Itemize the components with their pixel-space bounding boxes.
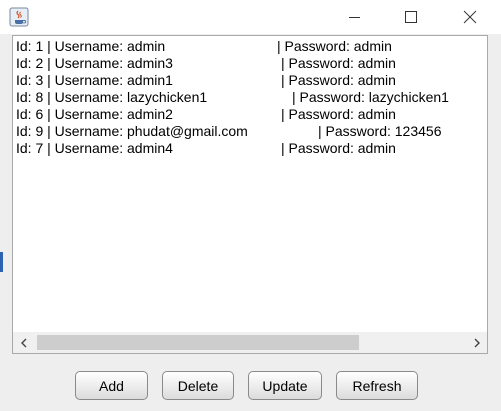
list-item-password: | Password: 123456 xyxy=(318,123,442,140)
window-edge-accent xyxy=(0,252,3,272)
list-item: Id: 2 | Username: admin3 xyxy=(16,55,173,72)
maximize-button[interactable] xyxy=(394,4,428,30)
user-list-textarea[interactable]: Id: 1 | Username: admin | Password: admi… xyxy=(13,36,487,332)
java-app-icon xyxy=(9,7,29,27)
close-button[interactable] xyxy=(453,4,487,30)
record-password-text: | Password: admin xyxy=(281,140,396,156)
scroll-right-button[interactable] xyxy=(466,332,487,353)
record-user-text: Id: 2 | Username: admin3 xyxy=(16,55,173,71)
close-icon xyxy=(463,10,477,24)
record-password-text: | Password: lazychicken1 xyxy=(292,89,449,105)
list-item-password: | Password: lazychicken1 xyxy=(292,89,449,106)
record-password-text: | Password: 123456 xyxy=(318,123,442,139)
record-user-text: Id: 7 | Username: admin4 xyxy=(16,140,173,156)
scroll-left-button[interactable] xyxy=(13,332,34,353)
minimize-button[interactable] xyxy=(338,4,372,30)
maximize-icon xyxy=(405,11,417,23)
window-titlebar xyxy=(0,0,501,34)
chevron-left-icon xyxy=(20,338,26,347)
horizontal-scrollbar[interactable] xyxy=(13,332,487,353)
list-item: Id: 9 | Username: phudat@gmail.com xyxy=(16,123,248,140)
record-password-text: | Password: admin xyxy=(281,55,396,71)
user-list-scrollpane[interactable]: Id: 1 | Username: admin | Password: admi… xyxy=(12,35,488,354)
list-item-password: | Password: admin xyxy=(281,55,396,72)
record-user-text: Id: 9 | Username: phudat@gmail.com xyxy=(16,123,248,139)
record-user-text: Id: 8 | Username: lazychicken1 xyxy=(16,89,208,105)
list-item: Id: 8 | Username: lazychicken1 xyxy=(16,89,207,106)
add-button[interactable]: Add xyxy=(75,371,148,400)
list-item-password: | Password: admin xyxy=(281,106,396,123)
update-button[interactable]: Update xyxy=(248,371,322,400)
list-item: Id: 1 | Username: admin xyxy=(16,38,165,55)
minimize-icon xyxy=(349,17,360,18)
delete-button[interactable]: Delete xyxy=(162,371,234,400)
record-password-text: | Password: admin xyxy=(281,106,396,122)
record-user-text: Id: 1 | Username: admin xyxy=(16,38,166,54)
list-item: Id: 6 | Username: admin2 xyxy=(16,106,173,123)
refresh-button[interactable]: Refresh xyxy=(336,371,418,400)
record-user-text: Id: 6 | Username: admin2 xyxy=(16,106,173,122)
list-item-password: | Password: admin xyxy=(277,38,392,55)
record-user-text: Id: 3 | Username: admin1 xyxy=(16,72,173,88)
chevron-right-icon xyxy=(474,338,480,347)
list-item-password: | Password: admin xyxy=(281,140,396,157)
list-item-password: | Password: admin xyxy=(281,72,396,89)
list-item: Id: 3 | Username: admin1 xyxy=(16,72,173,89)
list-item: Id: 7 | Username: admin4 xyxy=(16,140,173,157)
record-password-text: | Password: admin xyxy=(277,38,392,54)
scrollbar-thumb[interactable] xyxy=(37,335,359,350)
record-password-text: | Password: admin xyxy=(281,72,396,88)
